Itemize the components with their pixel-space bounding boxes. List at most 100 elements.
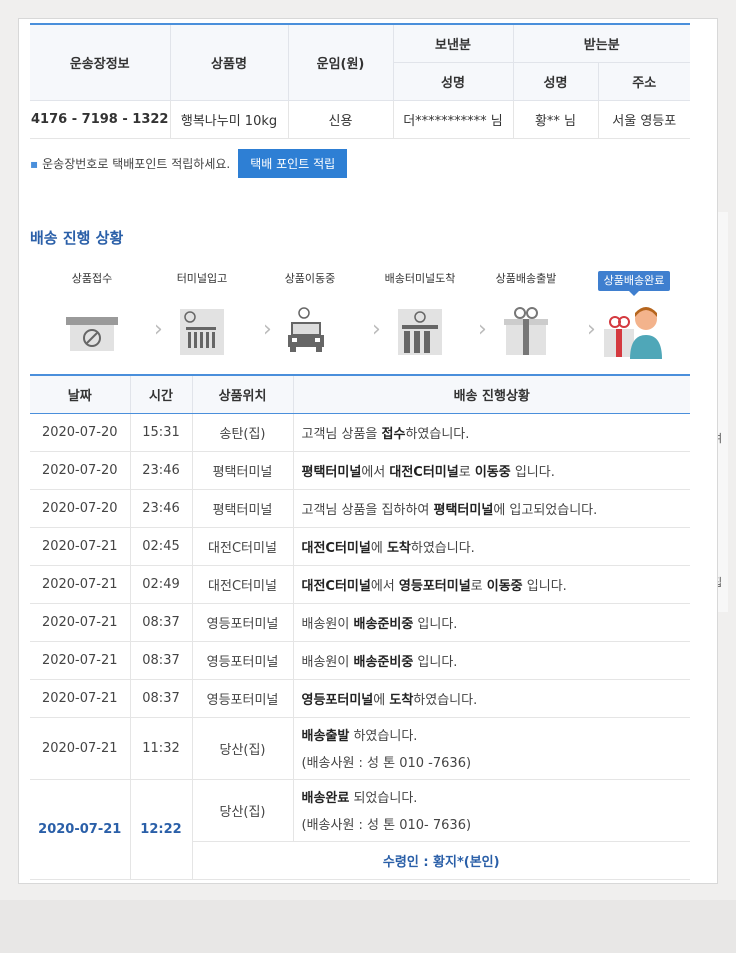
row-status: 고객님 상품을 접수하였습니다. <box>293 413 690 452</box>
status-bold: 배송준비중 <box>353 654 414 670</box>
row-time: 08:37 <box>130 679 193 718</box>
status-bold: 배송완료 <box>301 791 350 806</box>
row-location: 당산(집) <box>192 717 294 780</box>
status-bold: 평택터미널 <box>301 464 362 480</box>
product-name: 행복나누미 10kg <box>170 100 289 139</box>
receiver-name: 황** 님 <box>513 100 599 139</box>
row-status: 대전C터미널에서 영등포터미널로 이동중 입니다. <box>293 565 690 604</box>
row-location: 대전C터미널 <box>192 527 294 566</box>
status-text: 고객님 상품을 집하하여 <box>301 502 434 518</box>
hdr-receiver-address: 주소 <box>598 62 690 101</box>
step-label: 상품이동중 <box>284 272 336 285</box>
row-date: 2020-07-20 <box>30 451 131 490</box>
tracking-page: 운송장정보 상품명 운임(원) 보낸분 받는분 성명 성명 주소 4176 - … <box>18 18 718 884</box>
table-row-delivered: 2020-07-21 12:22 당산(집) 배송완료 되었습니다. (배송사원… <box>30 779 690 880</box>
row-date: 2020-07-21 <box>30 679 131 718</box>
hdr-receiver: 받는분 <box>513 23 690 63</box>
row-date: 2020-07-20 <box>30 489 131 528</box>
section-title: 배송 진행 상황 <box>30 229 124 247</box>
status-text: 입니다. <box>510 464 555 480</box>
row-date: 2020-07-21 <box>30 717 131 780</box>
status-text: 하였습니다. <box>410 540 475 556</box>
status-text: 입니다. <box>413 654 458 670</box>
status-text: 입니다. <box>413 616 458 632</box>
row-location: 평택터미널 <box>192 451 294 490</box>
courier-info: (배송사원 : 성 톤 010 -7636) <box>301 756 472 771</box>
status-text: 로 <box>458 464 475 480</box>
row-time: 23:46 <box>130 489 193 528</box>
invoice-table: 운송장정보 상품명 운임(원) 보낸분 받는분 성명 성명 주소 4176 - … <box>30 23 690 139</box>
delivery-steps: 상품접수 › 터미널입고 › 상품이동중 › 배송터미널도착 › 상품배송출발 … <box>30 269 690 369</box>
status-bold: 평택터미널 <box>433 502 494 518</box>
hdr-receiver-name: 성명 <box>513 62 599 101</box>
row-location: 영등포터미널 <box>192 641 294 680</box>
status-text: 에 입고되었습니다. <box>493 502 598 518</box>
status-bold: 도착 <box>386 540 411 556</box>
hdr-product: 상품명 <box>170 23 289 101</box>
sender-name: 더*********** 님 <box>393 100 514 139</box>
row-location: 대전C터미널 <box>192 565 294 604</box>
counter-icon <box>42 305 142 357</box>
hdr-fare: 운임(원) <box>288 23 394 101</box>
gift-person-icon <box>584 307 684 359</box>
row-status: 배송원이 배송준비중 입니다. <box>293 603 690 642</box>
tracking-table: 날짜 시간 상품위치 배송 진행상황 2020-07-20 15:31 송탄(집) 고… <box>30 374 690 880</box>
table-row: 2020-07-21 08:37 영등포터미널 영등포터미널에 도착하였습니다. <box>30 679 690 718</box>
step-terminal-in: 터미널입고 <box>152 269 252 357</box>
table-row: 2020-07-21 08:37 영등포터미널 배송원이 배송준비중 입니다. <box>30 603 690 642</box>
step-delivered: 상품배송완료 <box>584 269 684 359</box>
step-terminal-arrive: 배송터미널도착 <box>370 269 470 357</box>
status-text: 에서 <box>361 464 390 480</box>
status-text: 배송원이 <box>301 654 354 670</box>
status-bold: 이동중 <box>486 578 523 594</box>
tracking-body: 2020-07-20 15:31 송탄(집) 고객님 상품을 접수하였습니다. 2020… <box>30 413 690 880</box>
row-status: 대전C터미널에 도착하였습니다. <box>293 527 690 566</box>
row-status: 고객님 상품을 집하하여 평택터미널에 입고되었습니다. <box>293 489 690 528</box>
status-bold: 배송준비중 <box>353 616 414 632</box>
status-text: 하였습니다. <box>349 729 418 744</box>
status-bold: 대전C터미널 <box>389 464 459 480</box>
row-location: 당산(집) <box>192 779 294 842</box>
hdr-sender-name: 성명 <box>393 62 514 101</box>
row-time: 08:37 <box>130 603 193 642</box>
status-bold: 대전C터미널 <box>301 578 371 594</box>
table-row: 2020-07-21 11:32 당산(집) 배송출발 하였습니다. (배송사원… <box>30 717 690 780</box>
row-status: 평택터미널에서 대전C터미널로 이동중 입니다. <box>293 451 690 490</box>
step-label: 상품접수 <box>71 272 113 285</box>
hdr-sender: 보낸분 <box>393 23 514 63</box>
row-time: 02:45 <box>130 527 193 566</box>
receiver-address: 서울 영등포 <box>598 100 690 139</box>
table-row: 2020-07-20 23:46 평택터미널 평택터미널에서 대전C터미널로 이동중 … <box>30 451 690 490</box>
row-time: 15:31 <box>130 413 193 452</box>
row-date: 2020-07-21 <box>30 565 131 604</box>
step-label: 배송터미널도착 <box>384 272 456 285</box>
table-row: 2020-07-21 02:49 대전C터미널 대전C터미널에서 영등포터미널로 이동… <box>30 565 690 604</box>
status-text: 에 <box>373 692 390 708</box>
status-text: 에서 <box>370 578 399 594</box>
row-date: 2020-07-21 <box>30 779 131 880</box>
hdr-date: 날짜 <box>30 374 131 414</box>
hdr-location: 상품위치 <box>192 374 294 414</box>
step-label: 터미널입고 <box>176 272 228 285</box>
hdr-status: 배송 진행상황 <box>293 374 690 414</box>
status-text: 배송원이 <box>301 616 354 632</box>
row-date: 2020-07-20 <box>30 413 131 452</box>
truck-icon <box>260 305 360 357</box>
bullet-icon: ▪ <box>30 156 39 171</box>
point-button[interactable]: 택배 포인트 적립 <box>238 149 348 178</box>
row-time: 08:37 <box>130 641 193 680</box>
row-time: 12:22 <box>130 779 193 880</box>
row-location: 송탄(집) <box>192 413 294 452</box>
gift-icon <box>476 305 576 357</box>
row-date: 2020-07-21 <box>30 603 131 642</box>
table-row: 2020-07-21 02:45 대전C터미널 대전C터미널에 도착하였습니다. <box>30 527 690 566</box>
row-location: 평택터미널 <box>192 489 294 528</box>
row-location: 영등포터미널 <box>192 603 294 642</box>
fare-type: 신용 <box>288 100 394 139</box>
status-text: 되었습니다. <box>349 791 418 806</box>
tracking-number: 4176 - 7198 - 1322 <box>30 100 171 139</box>
table-row: 2020-07-20 23:46 평택터미널 고객님 상품을 집하하여 평택터미널에 … <box>30 489 690 528</box>
status-text: 하였습니다. <box>405 426 470 442</box>
row-status: 배송출발 하였습니다. (배송사원 : 성 톤 010 -7636) <box>293 717 690 780</box>
status-bold: 대전C터미널 <box>301 540 371 556</box>
